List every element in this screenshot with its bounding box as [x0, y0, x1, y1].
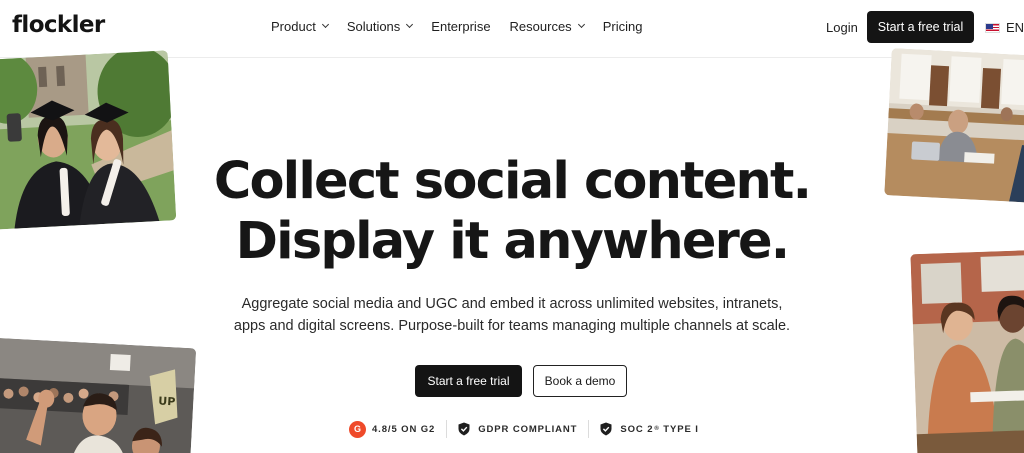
nav-item-resources[interactable]: Resources [509, 19, 585, 34]
nav-item-label: Enterprise [431, 19, 491, 34]
start-free-trial-button[interactable]: Start a free trial [867, 11, 974, 43]
svg-text:UP: UP [158, 395, 176, 409]
nav-item-label: Product [271, 19, 316, 34]
soc2-label-suffix: TYPE I [663, 423, 699, 435]
chevron-down-icon [406, 20, 414, 29]
flockler-logo[interactable]: flockler [12, 12, 105, 38]
login-link[interactable]: Login [826, 20, 858, 35]
divider [446, 420, 448, 438]
site-header: flockler Product Solutions Enterprise Re… [0, 0, 1024, 58]
divider [588, 420, 590, 438]
hero-headline-line1: Collect social content. [213, 152, 812, 211]
gdpr-badge: GDPR COMPLIANT [458, 422, 577, 436]
nav-item-enterprise[interactable]: Enterprise [431, 19, 490, 34]
chevron-down-icon [577, 20, 585, 29]
soc2-label-prefix: SOC 2 [620, 423, 654, 435]
nav-item-label: Pricing [602, 19, 643, 34]
shield-check-icon [600, 422, 612, 436]
language-label: EN [1006, 20, 1024, 35]
nav-item-label: Solutions [346, 19, 401, 34]
g2-logo-icon: G [349, 420, 366, 438]
chevron-down-icon [321, 20, 329, 29]
students-discussion-photo [910, 249, 1024, 453]
us-flag-icon [985, 22, 1000, 33]
hero-subtitle-line1: Aggregate social media and UGC and embed… [241, 296, 783, 312]
soc2-badge: SOC 2 ® TYPE I [600, 422, 698, 436]
trust-badges: G 4.8/5 ON G2 GDPR COMPLIANT SOC 2 ® TYPE… [349, 419, 699, 439]
hero-start-free-trial-button[interactable]: Start a free trial [415, 365, 522, 397]
nav-item-solutions[interactable]: Solutions [346, 19, 414, 34]
g2-rating-label: 4.8/5 ON G2 [372, 423, 436, 435]
gdpr-label: GDPR COMPLIANT [478, 423, 578, 435]
nav-item-product[interactable]: Product [271, 19, 329, 34]
hero-headline-line2: Display it anywhere. [235, 212, 791, 271]
shield-check-icon [458, 422, 470, 436]
language-selector[interactable]: EN [985, 20, 1024, 35]
nav-item-pricing[interactable]: Pricing [603, 19, 643, 34]
hero-subtitle-line2: apps and digital screens. Purpose-built … [233, 318, 791, 334]
basketball-fans-photo: UP [0, 337, 197, 453]
registered-mark: ® [654, 426, 660, 432]
g2-rating-badge: G 4.8/5 ON G2 [349, 420, 436, 438]
main-nav: Product Solutions Enterprise Resources P… [271, 19, 661, 34]
book-demo-button[interactable]: Book a demo [533, 365, 627, 397]
nav-item-label: Resources [509, 19, 572, 34]
